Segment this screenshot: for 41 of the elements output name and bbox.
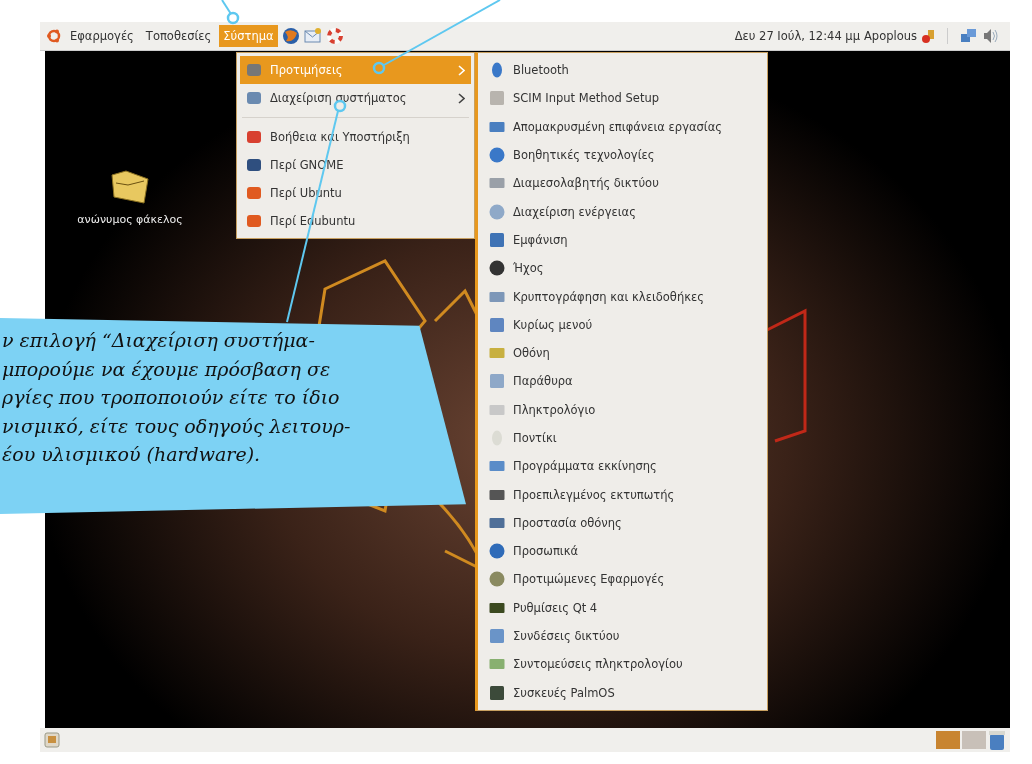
- menu-item[interactable]: Προστασία οθόνης: [483, 508, 764, 538]
- menu-item[interactable]: Διαχείριση ενέργειας: [483, 197, 764, 226]
- clock[interactable]: Δευ 27 Ιούλ, 12:44 μμ: [734, 29, 860, 43]
- menu-item[interactable]: Συντομεύσεις πληκτρολογίου: [483, 650, 764, 679]
- trash-icon[interactable]: [988, 729, 1006, 751]
- menu-item[interactable]: Εμφάνιση: [483, 225, 764, 255]
- menu-item[interactable]: Απομακρυσμένη επιφάνεια εργασίας: [483, 112, 764, 141]
- workspace-switcher[interactable]: [962, 731, 986, 749]
- menu-item[interactable]: SCIM Input Method Setup: [483, 84, 764, 113]
- menu-item[interactable]: Προεπιλεγμένος εκτυπωτής: [483, 480, 764, 509]
- leader-line: [221, 0, 240, 25]
- menu-item[interactable]: Διαχείριση συστήματος: [240, 84, 471, 112]
- folder-icon[interactable]: [108, 169, 152, 207]
- menu-item[interactable]: Οθόνη: [483, 338, 764, 368]
- callout-text: μπορούμε να έχουμε πρόσβαση σε: [2, 356, 332, 382]
- menu-item[interactable]: Πληκτρολόγιο: [483, 395, 764, 424]
- menu-item[interactable]: Προτιμώμενες Εφαρμογές: [483, 565, 764, 594]
- folder-label[interactable]: ανώνυμος φάκελος: [77, 213, 183, 226]
- show-desktop-icon[interactable]: [44, 732, 60, 748]
- menu-item[interactable]: Διαμεσολαβητής δικτύου: [483, 169, 764, 198]
- user-name[interactable]: Apoplous: [864, 29, 917, 43]
- callout-text: νισμικό, είτε τους οδηγούς λειτουρ-: [2, 413, 352, 439]
- menu-item[interactable]: Ποντίκι: [483, 423, 764, 453]
- callout-text: έου υλισμικού (hardware).: [2, 442, 262, 467]
- panel-menu[interactable]: Τοποθεσίες: [141, 25, 216, 47]
- user-icon[interactable]: [921, 29, 935, 43]
- menu-item[interactable]: Παράθυρα: [483, 367, 764, 396]
- menu-item[interactable]: Συσκευές PalmOS: [483, 678, 764, 707]
- menu-item[interactable]: Bluetooth: [483, 56, 764, 85]
- panel-menu[interactable]: Εφαρμογές: [66, 25, 138, 47]
- menu-item[interactable]: Βοηθητικές τεχνολογίες: [483, 140, 764, 170]
- callout-text: ργίες που τροποποιούν είτε το ίδιο: [2, 385, 341, 410]
- menu-item[interactable]: Προγράμματα εκκίνησης: [483, 452, 764, 481]
- menu-item[interactable]: Ήχος: [483, 254, 764, 283]
- menu-item[interactable]: Προσωπικά: [483, 537, 764, 566]
- menu-item[interactable]: Κυρίως μενού: [483, 310, 764, 339]
- menu-item[interactable]: Συνδέσεις δικτύου: [483, 621, 764, 651]
- workspace-switcher[interactable]: [936, 731, 960, 749]
- menu-item[interactable]: Κρυπτογράφηση και κλειδοθήκες: [483, 282, 764, 311]
- callout-text: ν επιλογή “Διαχείριση συστήμα-: [2, 328, 316, 353]
- menu-item[interactable]: Ρυθμίσεις Qt 4: [483, 593, 764, 622]
